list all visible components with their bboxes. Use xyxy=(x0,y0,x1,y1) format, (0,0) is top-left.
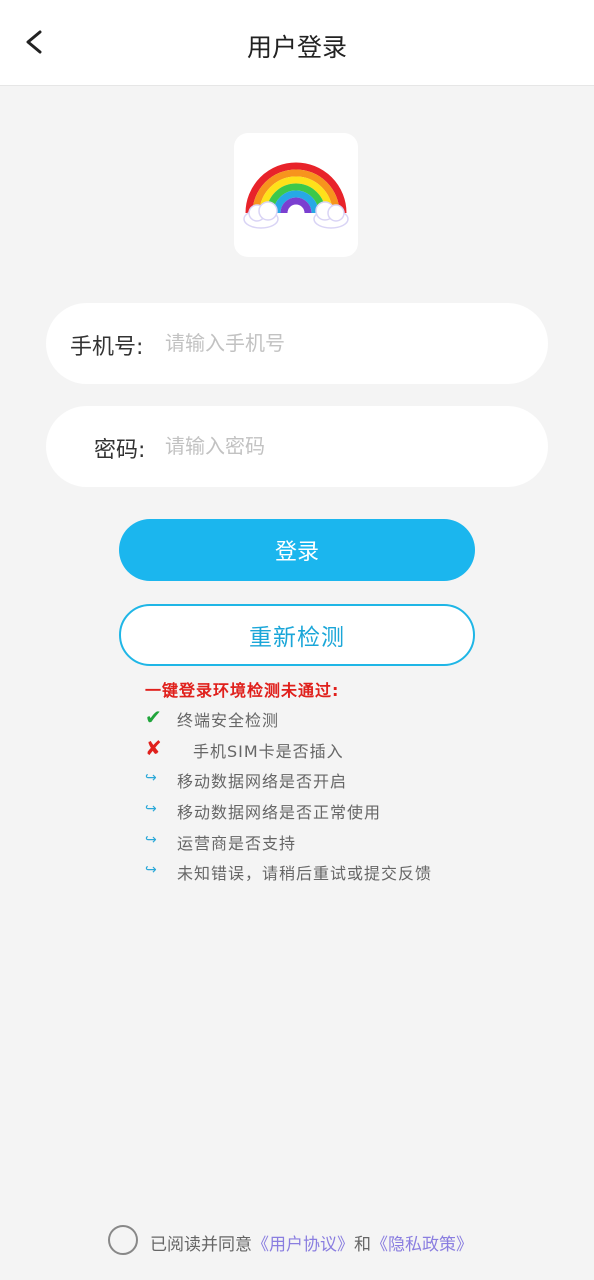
recheck-button[interactable]: 重新检测 xyxy=(119,604,475,666)
check-item-text: 运营商是否支持 xyxy=(177,834,297,853)
arrow-icon: ↪ xyxy=(145,832,157,848)
agreement-row: 已阅读并同意《用户协议》和《隐私政策》 xyxy=(108,1224,528,1256)
check-item: ✘ 手机SIM卡是否插入 xyxy=(145,736,565,761)
phone-label: 手机号: xyxy=(70,335,144,360)
top-bar: 用户登录 xyxy=(0,0,594,86)
page-title: 用户登录 xyxy=(246,33,347,62)
check-item-text: 终端安全检测 xyxy=(177,711,280,730)
check-item: ↪ 未知错误，请稍后重试或提交反馈 xyxy=(145,858,565,883)
check-item-text: 移动数据网络是否开启 xyxy=(177,772,348,791)
check-icon: ✔ xyxy=(145,705,162,729)
phone-field: 手机号: xyxy=(46,303,548,384)
app-logo xyxy=(234,133,358,257)
check-item: ✔ 终端安全检测 xyxy=(145,705,565,730)
cross-icon: ✘ xyxy=(145,736,162,760)
privacy-policy-link[interactable]: 《隐私政策》 xyxy=(371,1235,473,1255)
agreement-prefix: 已阅读并同意 xyxy=(150,1235,252,1255)
check-item: ↪ 移动数据网络是否正常使用 xyxy=(145,797,565,822)
check-item-text: 移动数据网络是否正常使用 xyxy=(177,803,382,822)
agreement-conjunction: 和 xyxy=(354,1235,371,1255)
login-button[interactable]: 登录 xyxy=(119,519,475,581)
check-result-title: 一键登录环境检测未通过: xyxy=(145,681,340,700)
login-page: 用户登录 手机号: 密码: 登录 重新检测 一键登录环境检测 xyxy=(0,0,594,1280)
phone-input[interactable] xyxy=(165,321,525,365)
check-item: ↪ 运营商是否支持 xyxy=(145,828,565,853)
agree-checkbox[interactable] xyxy=(108,1225,138,1255)
check-item: ↪ 移动数据网络是否开启 xyxy=(145,766,565,791)
password-field: 密码: xyxy=(46,406,548,487)
arrow-icon: ↪ xyxy=(145,770,157,786)
user-agreement-link[interactable]: 《用户协议》 xyxy=(252,1235,354,1255)
arrow-icon: ↪ xyxy=(145,801,157,817)
check-item-text: 手机SIM卡是否插入 xyxy=(193,742,344,761)
password-label: 密码: xyxy=(94,438,146,463)
agreement-text: 已阅读并同意《用户协议》和《隐私政策》 xyxy=(150,1230,473,1255)
arrow-icon: ↪ xyxy=(145,862,157,878)
password-input[interactable] xyxy=(165,424,525,468)
rainbow-logo-icon xyxy=(243,162,349,229)
check-item-text: 未知错误，请稍后重试或提交反馈 xyxy=(177,864,433,883)
